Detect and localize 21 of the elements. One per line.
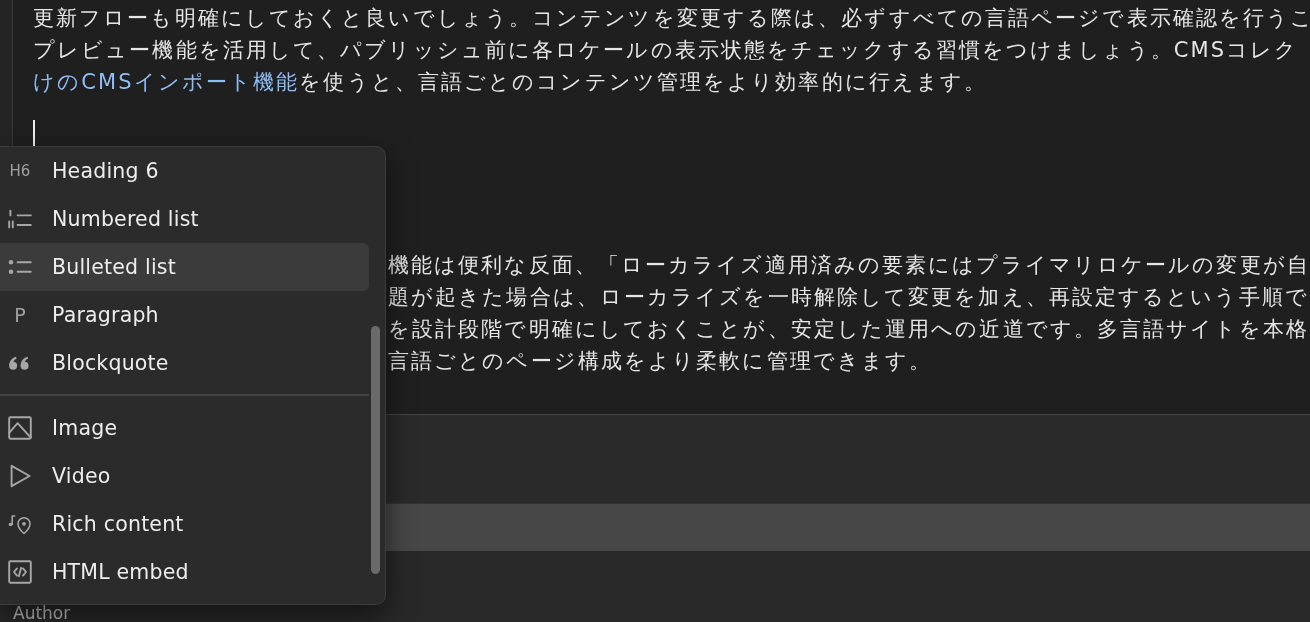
play-icon: [8, 464, 32, 488]
numbered-list-icon: [8, 207, 32, 231]
paragraph: 更新フローも明確にしておくと良いでしょう。コンテンツを変更する際は、必ずすべての言語ページで表示確認を行うこ プレビュー機能を活用して、パブリッシュ前に各ロケールの表示状態をチェックする習慣をつけましょう。CMSコレク けのCMSインポート機能を使うと、言語ごとのコンテンツ管理をより効率的に行えます。: [33, 5, 1310, 96]
menu-item[interactable]: Rich content: [0, 500, 369, 548]
code-icon: [8, 560, 32, 584]
menu-item[interactable]: Bulleted list: [0, 243, 369, 291]
link[interactable]: けのCMSインポート機能: [33, 70, 300, 94]
scrollbar-thumb[interactable]: [371, 326, 380, 574]
menu-item[interactable]: Numbered list: [0, 195, 369, 243]
music-note-pin-icon: [8, 512, 32, 536]
menu-item[interactable]: Video: [0, 452, 369, 500]
menu-item[interactable]: Blockquote: [0, 339, 369, 387]
field-label: Author: [13, 604, 71, 622]
paragraph-icon: P: [8, 303, 32, 327]
menu-item[interactable]: H6 Heading 6: [0, 147, 369, 195]
menu-item[interactable]: P Paragraph: [0, 291, 369, 339]
heading-icon: H6: [8, 159, 32, 183]
menu-item[interactable]: Image: [0, 404, 369, 452]
image-icon: [8, 416, 32, 440]
menu-item[interactable]: HTML embed: [0, 548, 369, 596]
paragraph: 機能は便利な反面、「ローカライズ適用済みの要素にはプライマリロケールの変更が自 題が起きた場合は、ローカライズを一時解除して変更を加え、再設定するという手順で を設計段階で明確にしておくことが、安定した運用への近道です。多言語サイトを本格 言語ごとのページ構成をより柔軟に管理できます。: [388, 252, 1310, 375]
